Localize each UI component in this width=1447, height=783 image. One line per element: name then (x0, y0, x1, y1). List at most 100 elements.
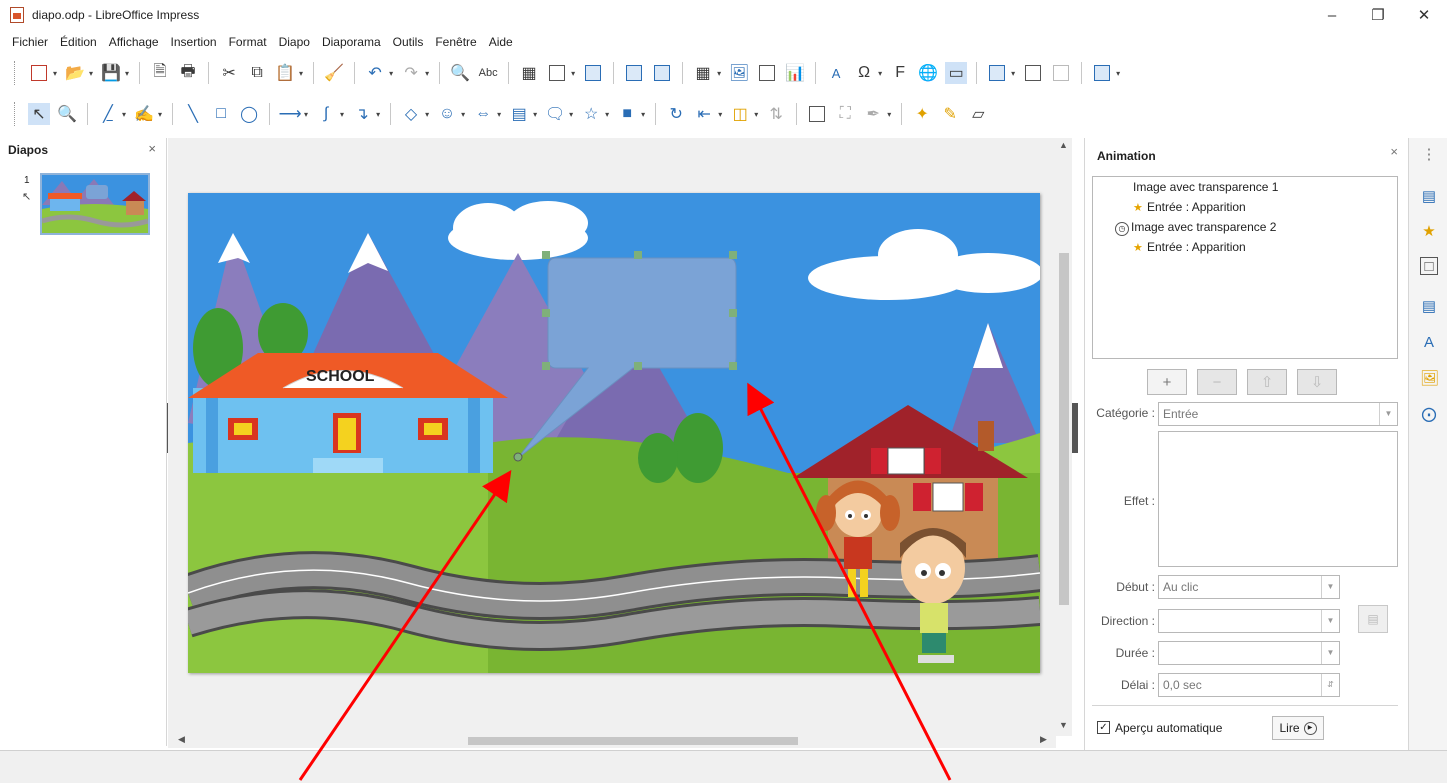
add-effect-button[interactable]: + (1147, 369, 1187, 395)
flowchart-dropdown-icon[interactable]: ▾ (533, 110, 537, 119)
line-color-dropdown-icon[interactable]: ▾ (122, 110, 126, 119)
close-window-button[interactable]: ✕ (1401, 0, 1447, 30)
duplicate-slide-icon[interactable] (1022, 62, 1044, 84)
distribute-icon[interactable]: ⇅ (765, 103, 787, 125)
block-arrows-icon[interactable]: ⇔ (472, 103, 494, 125)
text-box-icon[interactable]: A (825, 62, 847, 84)
copy-icon[interactable]: ⧉ (246, 62, 268, 84)
new-slide-dropdown-icon[interactable]: ▾ (1011, 69, 1015, 78)
curve-dropdown-icon[interactable]: ▾ (340, 110, 344, 119)
line-tool-icon[interactable]: ╲ (182, 103, 204, 125)
animation-deck-icon[interactable]: □ (1420, 257, 1438, 275)
move-up-button[interactable]: ⇧ (1247, 369, 1287, 395)
slide-layout-icon[interactable] (1091, 62, 1113, 84)
line-color-icon[interactable]: ╱ (97, 103, 119, 125)
remove-effect-button[interactable]: − (1197, 369, 1237, 395)
animation-item-1-effect[interactable]: ★ Entrée : Apparition (1133, 200, 1246, 214)
slide-thumbnail-1[interactable] (40, 173, 150, 235)
export-pdf-icon[interactable]: 🗎 (149, 62, 171, 84)
display-views-icon[interactable] (546, 62, 568, 84)
menu-fenetre[interactable]: Fenêtre (429, 35, 482, 49)
basic-shapes-dropdown-icon[interactable]: ▾ (425, 110, 429, 119)
callouts-dropdown-icon[interactable]: ▾ (569, 110, 573, 119)
category-select[interactable]: Entrée ▼ (1158, 402, 1398, 426)
animation-pane-close-button[interactable]: × (1390, 144, 1398, 159)
animation-item-2-effect[interactable]: ★ Entrée : Apparition (1133, 240, 1246, 254)
rectangle-tool-icon[interactable]: □ (210, 103, 232, 125)
arrow-dropdown-icon[interactable]: ▾ (304, 110, 308, 119)
new-icon[interactable] (28, 62, 50, 84)
horizontal-scrollbar[interactable]: ◀ ▶ (168, 734, 1056, 748)
slide-transition-icon[interactable]: ★ (1420, 223, 1438, 241)
toolbar-grip-2[interactable] (14, 102, 17, 126)
menu-format[interactable]: Format (223, 35, 273, 49)
arrange-icon[interactable]: ◫ (729, 103, 751, 125)
rotate-icon[interactable]: ↻ (665, 103, 687, 125)
delay-spinner[interactable]: 0,0 sec ⇵ (1158, 673, 1340, 697)
menu-aide[interactable]: Aide (483, 35, 519, 49)
duration-select[interactable]: ▼ (1158, 641, 1340, 665)
animation-item-1-name[interactable]: Image avec transparence 1 (1133, 180, 1278, 194)
menu-fichier[interactable]: Fichier (6, 35, 54, 49)
undo-icon[interactable]: ↶ (364, 62, 386, 84)
direction-select[interactable]: ▼ (1158, 609, 1340, 633)
connector-tool-icon[interactable]: ↴ (351, 103, 373, 125)
save-dropdown-icon[interactable]: ▾ (125, 69, 129, 78)
symbol-shapes-dropdown-icon[interactable]: ▾ (461, 110, 465, 119)
layout-dropdown-icon[interactable]: ▾ (1116, 69, 1120, 78)
sidebar-menu-icon[interactable]: ⋮ (1420, 146, 1438, 164)
effect-options-button[interactable]: ▤ (1358, 605, 1388, 633)
styles-icon[interactable]: A (1420, 334, 1438, 352)
auto-preview-checkbox[interactable]: ✓ (1097, 721, 1110, 734)
image-icon[interactable]: 🖼 (728, 62, 750, 84)
navigator-icon[interactable]: ⨀ (1420, 406, 1438, 424)
zoom-pan-icon[interactable]: 🔍 (56, 103, 78, 125)
select-icon[interactable]: ↖ (28, 103, 50, 125)
scroll-up-icon[interactable]: ▲ (1059, 140, 1068, 150)
scroll-down-icon[interactable]: ▼ (1059, 720, 1068, 730)
animation-list[interactable]: Image avec transparence 1 ★ Entrée : Appa… (1092, 176, 1398, 359)
cut-icon[interactable]: ✂ (218, 62, 240, 84)
delete-slide-icon[interactable] (1050, 62, 1072, 84)
hyperlink-icon[interactable]: 🌐 (917, 62, 939, 84)
fill-color-icon[interactable]: ✍ (133, 103, 155, 125)
new-dropdown-icon[interactable]: ▾ (53, 69, 57, 78)
minimize-button[interactable]: – (1309, 0, 1355, 30)
points-icon[interactable]: ▭ (945, 62, 968, 84)
menu-outils[interactable]: Outils (387, 35, 430, 49)
align-dropdown-icon[interactable]: ▾ (718, 110, 722, 119)
table-icon[interactable]: ▦ (692, 62, 714, 84)
filter-dropdown-icon[interactable]: ▾ (887, 110, 891, 119)
scroll-left-icon[interactable]: ◀ (178, 734, 185, 745)
menu-insertion[interactable]: Insertion (165, 35, 223, 49)
3d-dropdown-icon[interactable]: ▾ (641, 110, 645, 119)
block-arrows-dropdown-icon[interactable]: ▾ (497, 110, 501, 119)
undo-dropdown-icon[interactable]: ▾ (389, 69, 393, 78)
auto-preview-label[interactable]: Aperçu automatique (1115, 721, 1222, 735)
spin-arrows-icon[interactable]: ⇵ (1321, 674, 1339, 696)
ellipse-tool-icon[interactable]: ◯ (238, 103, 260, 125)
new-slide-icon[interactable] (986, 62, 1008, 84)
toggle-extrusion-icon[interactable]: ✦ (911, 103, 933, 125)
grid-icon[interactable]: ▦ (518, 62, 540, 84)
crop-icon[interactable]: ⛶ (834, 103, 856, 125)
toolbar-grip[interactable] (14, 61, 17, 85)
glue-points-icon[interactable]: ✎ (939, 103, 961, 125)
clone-formatting-icon[interactable]: 🧹 (323, 62, 345, 84)
slide-canvas[interactable]: SCHOOL (188, 193, 1040, 673)
paste-icon[interactable]: 📋 (274, 62, 296, 84)
flowchart-icon[interactable]: ▤ (508, 103, 530, 125)
table-dropdown-icon[interactable]: ▾ (717, 69, 721, 78)
menu-affichage[interactable]: Affichage (103, 35, 165, 49)
symbol-shapes-icon[interactable]: ☺ (436, 103, 458, 125)
paste-dropdown-icon[interactable]: ▾ (299, 69, 303, 78)
spelling-icon[interactable]: Abc (477, 62, 499, 84)
restore-button[interactable]: ❐ (1355, 0, 1401, 30)
properties-icon[interactable]: ▤ (1420, 188, 1438, 206)
animation-item-2-name[interactable]: ◷ Image avec transparence 2 (1115, 220, 1276, 236)
stars-dropdown-icon[interactable]: ▾ (605, 110, 609, 119)
connector-dropdown-icon[interactable]: ▾ (376, 110, 380, 119)
special-character-icon[interactable]: Ω (853, 62, 875, 84)
play-button[interactable]: Lire ▶ (1272, 716, 1324, 740)
open-folder-icon[interactable]: 📂 (64, 62, 86, 84)
